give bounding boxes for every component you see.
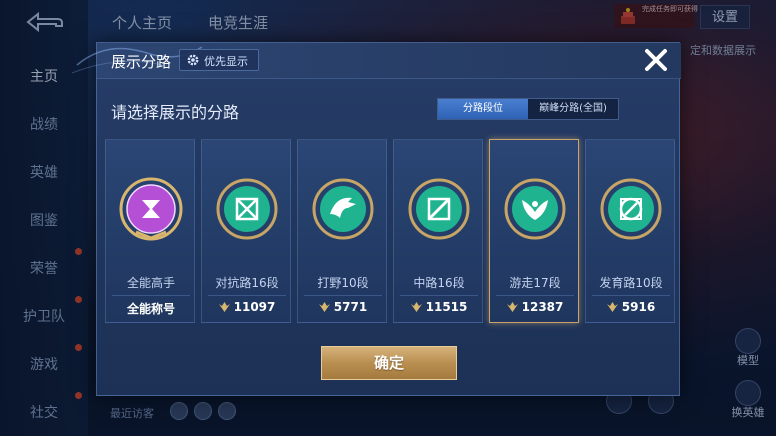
tab-lane-rank[interactable]: 分路段位 <box>438 99 528 119</box>
dialog-subtitle: 请选择展示的分路 <box>111 103 240 122</box>
gear-icon <box>187 54 199 66</box>
close-icon[interactable] <box>642 46 670 74</box>
roam-emblem-icon <box>504 178 566 240</box>
lane-display-dialog: 展示分路 优先显示 请选择展示的分路 分路段位 巅峰分路(全国) 全能高手 全能… <box>71 42 681 396</box>
lane-card-clash[interactable]: 对抗路16段 11097 <box>201 139 291 323</box>
lane-card-allround[interactable]: 全能高手 全能称号 <box>105 139 195 323</box>
clash-lane-emblem-icon <box>216 178 278 240</box>
score-icon <box>410 302 422 312</box>
lane-type-toggle: 分路段位 巅峰分路(全国) <box>437 98 619 120</box>
lane-card-roam[interactable]: 游走17段 12387 <box>489 139 579 323</box>
lane-card-score-value: 11515 <box>425 300 468 314</box>
lane-card-score: 11097 <box>202 300 292 314</box>
lane-card-mid[interactable]: 中路16段 11515 <box>393 139 483 323</box>
dialog-title: 展示分路 <box>111 53 172 71</box>
score-icon <box>218 302 230 312</box>
lane-card-name: 打野10段 <box>317 276 369 290</box>
farm-lane-emblem-icon <box>600 178 662 240</box>
lane-card-score-value: 5916 <box>621 300 656 314</box>
lane-card-score: 11515 <box>394 300 484 314</box>
score-icon <box>606 302 618 312</box>
lane-card-name: 中路16段 <box>413 276 465 290</box>
lane-card-name: 游走17段 <box>509 276 561 290</box>
lane-card-score: 5916 <box>586 300 676 314</box>
priority-display-button[interactable]: 优先显示 <box>179 49 259 71</box>
lane-card-score-value: 11097 <box>233 300 276 314</box>
score-icon <box>506 302 518 312</box>
jungle-emblem-icon <box>312 178 374 240</box>
dialog-header: 展示分路 优先显示 <box>71 43 681 79</box>
lane-card-farm[interactable]: 发育路10段 5916 <box>585 139 675 323</box>
tab-peak-lane[interactable]: 巅峰分路(全国) <box>528 99 618 119</box>
confirm-button[interactable]: 确定 <box>321 346 457 380</box>
all-round-emblem-icon <box>119 177 183 241</box>
card-divider <box>208 295 286 296</box>
lane-card-score-value: 12387 <box>521 300 564 314</box>
score-icon <box>318 302 330 312</box>
lane-card-name: 发育路10段 <box>599 276 663 290</box>
lane-card-name: 对抗路16段 <box>215 276 279 290</box>
priority-display-label: 优先显示 <box>204 55 248 68</box>
lane-card-score: 5771 <box>298 300 388 314</box>
card-divider <box>112 295 190 296</box>
card-divider <box>400 295 478 296</box>
lane-card-footer: 全能称号 <box>126 302 175 316</box>
lane-card-jungle[interactable]: 打野10段 5771 <box>297 139 387 323</box>
card-divider <box>304 295 382 296</box>
card-divider <box>496 295 574 296</box>
lane-card-score-value: 5771 <box>333 300 368 314</box>
mid-lane-emblem-icon <box>408 178 470 240</box>
lane-card-score: 12387 <box>490 300 580 314</box>
lane-card-name: 全能高手 <box>126 276 175 290</box>
card-divider <box>592 295 670 296</box>
